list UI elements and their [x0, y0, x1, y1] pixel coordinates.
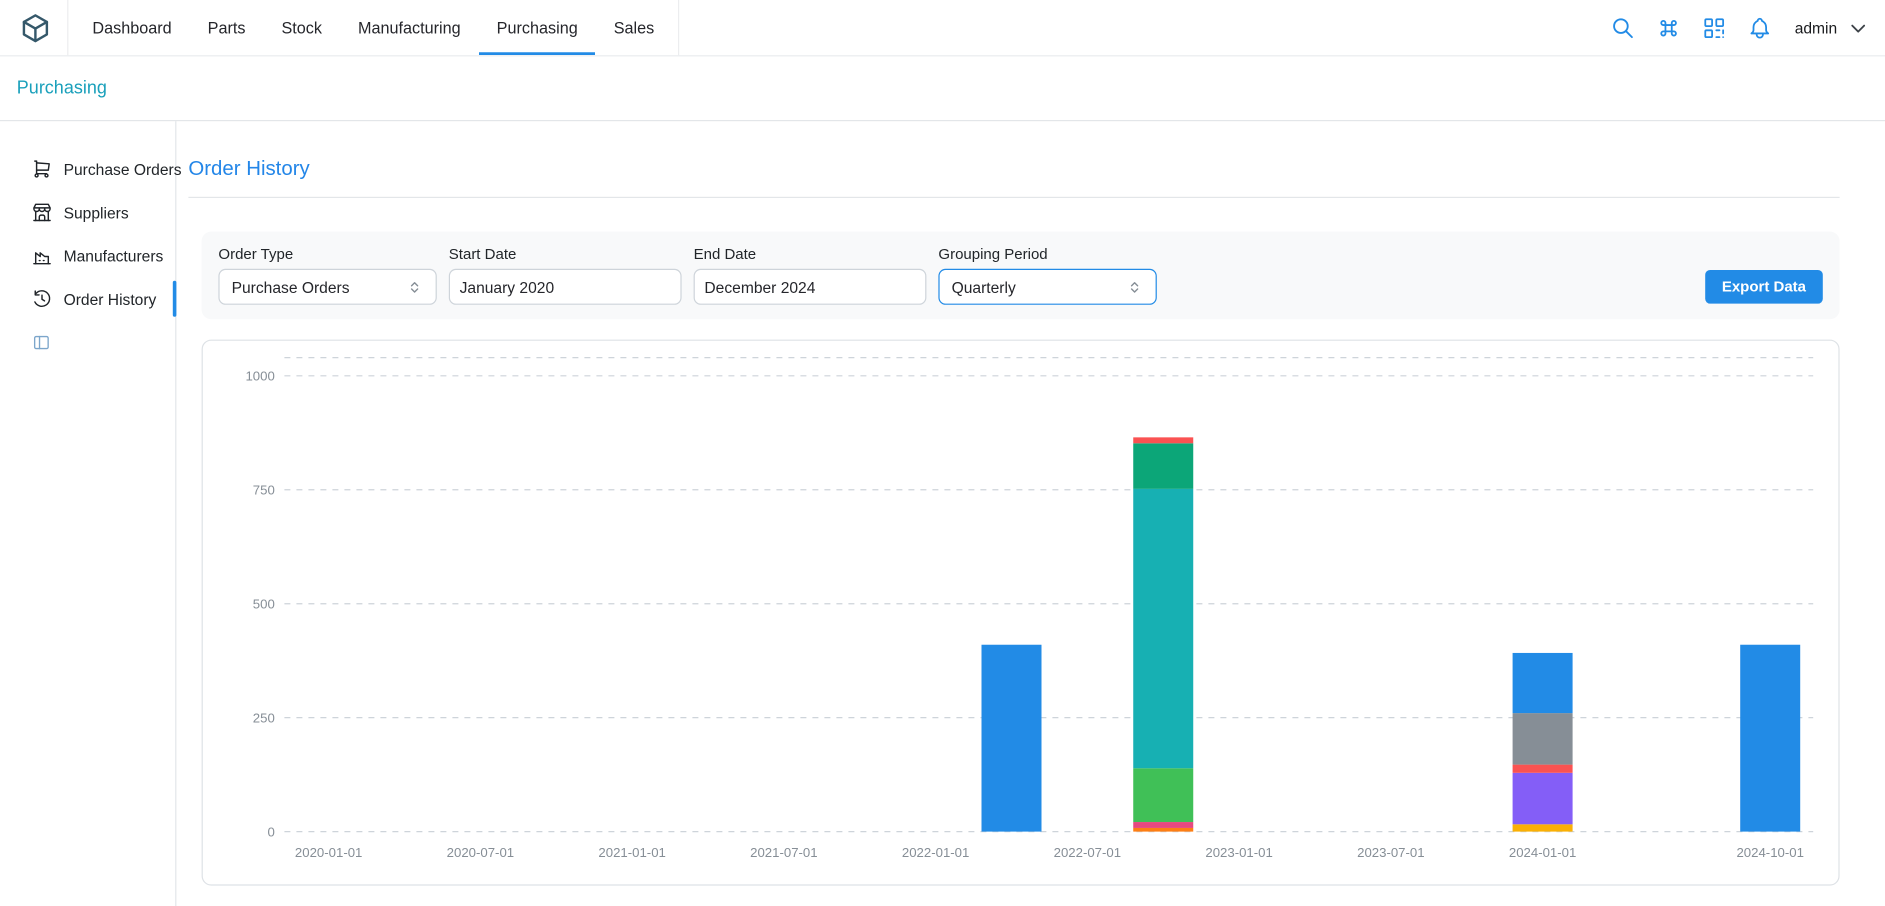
chart-card: 0 250 500 750 1000 2020-01-01 2020-07-01 2021-0…: [202, 340, 1840, 886]
command-palette-button[interactable]: [1655, 14, 1681, 40]
start-date-label: Start Date: [449, 246, 682, 263]
factory-icon: [31, 245, 53, 267]
main-tabs: Dashboard Parts Stock Manufacturing Purc…: [67, 0, 679, 55]
navbar-actions: admin: [1610, 0, 1869, 55]
app-logo[interactable]: [17, 10, 53, 46]
svg-text:2021-07-01: 2021-07-01: [750, 845, 817, 860]
top-navbar: Dashboard Parts Stock Manufacturing Purc…: [0, 0, 1885, 56]
sidebar-item-manufacturers[interactable]: Manufacturers: [0, 234, 175, 277]
svg-text:500: 500: [253, 597, 275, 612]
app-viewport: Dashboard Parts Stock Manufacturing Purc…: [0, 0, 1885, 906]
tab-manufacturing[interactable]: Manufacturing: [340, 0, 479, 55]
end-date-input[interactable]: [694, 269, 927, 305]
sidebar-item-purchase-orders[interactable]: Purchase Orders: [0, 148, 175, 191]
order-history-chart: 0 250 500 750 1000 2020-01-01 2020-07-01 2021-0…: [217, 350, 1838, 884]
page-title: Order History: [188, 157, 1839, 181]
search-button[interactable]: [1610, 14, 1636, 40]
svg-text:2024-01-01: 2024-01-01: [1509, 845, 1576, 860]
page-layout: Purchase Orders Suppliers Manufacturers: [0, 121, 1885, 906]
sidebar-item-suppliers[interactable]: Suppliers: [0, 191, 175, 234]
svg-text:2022-01-01: 2022-01-01: [902, 845, 969, 860]
user-menu[interactable]: admin: [1795, 17, 1869, 37]
chevron-down-icon: [1848, 17, 1868, 37]
svg-text:250: 250: [253, 710, 275, 725]
scan-button[interactable]: [1701, 14, 1727, 40]
svg-text:2023-01-01: 2023-01-01: [1205, 845, 1272, 860]
svg-text:750: 750: [253, 483, 275, 498]
inventree-logo-icon: [19, 11, 51, 43]
main-content: Order History Order Type Purchase Orders…: [176, 121, 1885, 906]
grouping-period-select[interactable]: Quarterly: [938, 269, 1156, 305]
breadcrumb-purchasing[interactable]: Purchasing: [17, 78, 107, 98]
svg-text:2024-10-01: 2024-10-01: [1736, 845, 1803, 860]
order-type-value: Purchase Orders: [232, 278, 350, 296]
export-data-button[interactable]: Export Data: [1705, 270, 1823, 304]
tab-dashboard[interactable]: Dashboard: [74, 0, 189, 55]
sidebar-item-label: Order History: [64, 290, 157, 308]
qrcode-icon: [1702, 15, 1727, 40]
grouping-period-value: Quarterly: [952, 278, 1016, 296]
search-icon: [1610, 15, 1635, 40]
start-date-group: Start Date: [449, 246, 682, 305]
sidebar-item-label: Suppliers: [64, 203, 129, 221]
username: admin: [1795, 19, 1838, 37]
svg-text:2020-01-01: 2020-01-01: [295, 845, 362, 860]
order-type-group: Order Type Purchase Orders: [218, 246, 436, 305]
sidebar-item-label: Purchase Orders: [64, 160, 182, 178]
command-icon: [1656, 15, 1681, 40]
order-type-select[interactable]: Purchase Orders: [218, 269, 436, 305]
breadcrumb: Purchasing: [0, 56, 1885, 121]
filter-panel: Order Type Purchase Orders Start Date En…: [202, 232, 1840, 320]
title-divider: [188, 197, 1839, 198]
svg-text:2022-07-01: 2022-07-01: [1054, 845, 1121, 860]
svg-text:0: 0: [267, 824, 274, 839]
svg-text:2021-01-01: 2021-01-01: [598, 845, 665, 860]
end-date-group: End Date: [694, 246, 927, 305]
sidebar-item-order-history[interactable]: Order History: [0, 277, 175, 320]
selector-chevrons-icon: [406, 278, 424, 296]
tab-purchasing[interactable]: Purchasing: [479, 0, 596, 55]
svg-text:2023-07-01: 2023-07-01: [1357, 845, 1424, 860]
collapse-sidebar-button[interactable]: [31, 334, 50, 353]
layout-sidebar-icon: [32, 334, 50, 352]
start-date-input[interactable]: [449, 269, 682, 305]
purchasing-sidebar: Purchase Orders Suppliers Manufacturers: [0, 121, 176, 906]
building-store-icon: [31, 202, 53, 224]
svg-text:1000: 1000: [245, 369, 274, 384]
bell-icon: [1747, 15, 1772, 40]
tab-sales[interactable]: Sales: [596, 0, 673, 55]
grouping-period-group: Grouping Period Quarterly: [938, 246, 1156, 305]
history-clock-icon: [31, 288, 53, 310]
end-date-label: End Date: [694, 246, 927, 263]
grouping-period-label: Grouping Period: [938, 246, 1156, 263]
tab-parts[interactable]: Parts: [190, 0, 264, 55]
selector-chevrons-icon: [1126, 278, 1144, 296]
shopping-cart-icon: [31, 158, 53, 180]
notifications-button[interactable]: [1747, 14, 1773, 40]
svg-text:2020-07-01: 2020-07-01: [447, 845, 514, 860]
order-type-label: Order Type: [218, 246, 436, 263]
tab-stock[interactable]: Stock: [263, 0, 340, 55]
sidebar-item-label: Manufacturers: [64, 247, 164, 265]
